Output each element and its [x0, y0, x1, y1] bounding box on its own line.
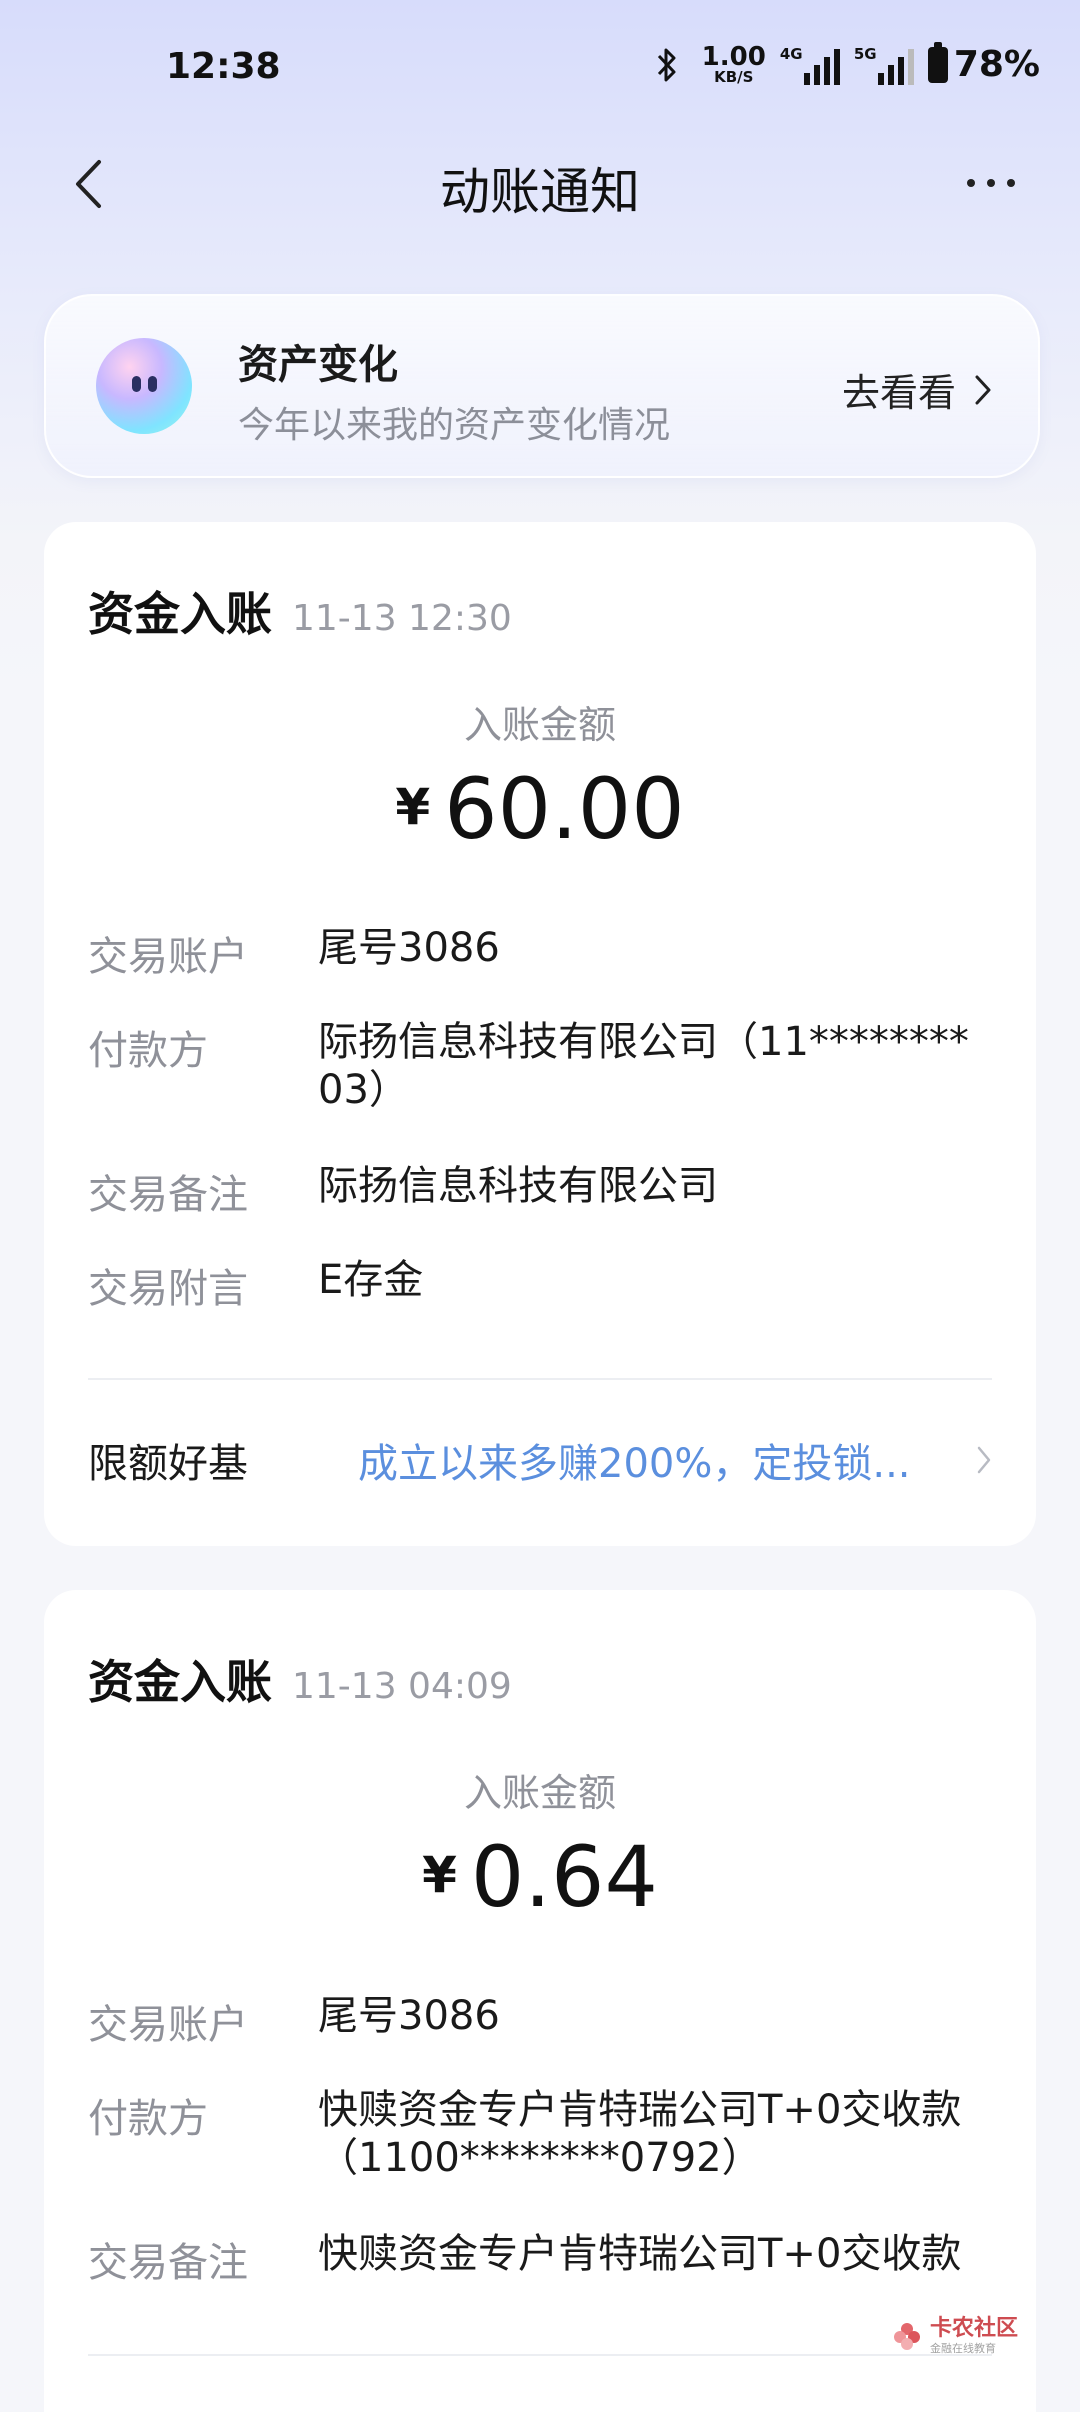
account-value: 尾号3086 — [318, 925, 500, 971]
card-header: 资金入账 11-13 12:30 — [88, 578, 512, 644]
payer-value: 快赎资金专户肯特瑞公司T+0交收款 （1100********0792） — [318, 2087, 962, 2181]
flower-logo-icon — [893, 2323, 920, 2350]
mascot-avatar — [96, 338, 192, 434]
amount-value: 60.00 — [444, 760, 685, 858]
chevron-right-icon — [977, 1446, 991, 1474]
transaction-datetime: 11-13 04:09 — [292, 1666, 512, 1707]
amount-label: 入账金额 — [463, 703, 616, 747]
asset-change-banner[interactable]: 资产变化 今年以来我的资产变化情况 去看看 — [44, 294, 1040, 478]
card-header: 资金入账 11-13 04:09 — [88, 1646, 512, 1712]
chevron-right-icon — [975, 375, 991, 404]
amount: ¥0.64 — [44, 1828, 1036, 1926]
divider — [88, 2354, 992, 2356]
network-speed: 1.00 KB/S — [701, 42, 766, 86]
currency-symbol: ¥ — [422, 1846, 457, 1904]
battery-icon — [927, 41, 948, 83]
status-icons: 1.00 KB/S 4G 5G 78% — [652, 41, 1040, 86]
detail-row-payer: 付款方 快赎资金专户肯特瑞公司T+0交收款 （1100********0792） — [88, 2087, 962, 2181]
transaction-type: 资金入账 — [88, 587, 272, 641]
detail-row-account: 交易账户 尾号3086 — [88, 1993, 500, 2048]
transaction-card[interactable]: 资金入账 11-13 04:09 入账金额 ¥0.64 交易账户 尾号3086 … — [44, 1590, 1036, 2412]
detail-row-remark: 交易备注 快赎资金专户肯特瑞公司T+0交收款 — [88, 2231, 962, 2286]
detail-row-account: 交易账户 尾号3086 — [88, 925, 500, 980]
amount-value: 0.64 — [470, 1828, 658, 1926]
currency-symbol: ¥ — [395, 778, 431, 836]
page: 12:38 1.00 KB/S 4G 5G 78% 动账通知 资产变化 今年以来… — [0, 0, 1080, 2412]
divider — [88, 1378, 992, 1380]
postscript-value: E存金 — [318, 1257, 424, 1303]
transaction-type: 资金入账 — [88, 1655, 272, 1709]
asset-banner-subtitle: 今年以来我的资产变化情况 — [238, 405, 671, 446]
more-dots-icon — [967, 179, 975, 187]
community-watermark: 卡农社区 金融在线教育 — [892, 2318, 1018, 2354]
fund-promo-row[interactable]: 限额好基 成立以来多赚200%，定投锁... — [88, 1430, 992, 1490]
status-time: 12:38 — [166, 46, 281, 87]
amount-label: 入账金额 — [463, 1771, 616, 1815]
promo-text: 成立以来多赚200%，定投锁... — [358, 1441, 911, 1487]
promo-label: 限额好基 — [88, 1441, 248, 1487]
signal-4g-icon: 4G — [780, 45, 840, 85]
remark-value: 快赎资金专户肯特瑞公司T+0交收款 — [318, 2231, 962, 2277]
detail-row-payer: 付款方 际扬信息科技有限公司（11******** 03） — [88, 1019, 969, 1113]
account-value: 尾号3086 — [318, 1993, 500, 2039]
nav-bar: 动账通知 — [0, 130, 1080, 240]
watermark-name: 卡农社区 — [929, 2316, 1018, 2341]
detail-row-postscript: 交易附言 E存金 — [88, 1257, 424, 1312]
bluetooth-icon — [657, 48, 676, 81]
battery-indicator: 78% — [927, 41, 1040, 85]
watermark-tagline: 金融在线教育 — [929, 2342, 996, 2355]
more-button[interactable] — [956, 148, 1026, 218]
go-see-link[interactable]: 去看看 — [842, 362, 992, 417]
transaction-datetime: 11-13 12:30 — [292, 598, 512, 639]
amount: ¥60.00 — [44, 760, 1036, 858]
detail-row-remark: 交易备注 际扬信息科技有限公司 — [88, 1163, 718, 1218]
status-bar: 12:38 1.00 KB/S 4G 5G 78% — [0, 0, 1080, 130]
payer-value: 际扬信息科技有限公司（11******** 03） — [318, 1019, 969, 1113]
signal-5g-icon: 5G — [854, 45, 914, 85]
transaction-card[interactable]: 资金入账 11-13 12:30 入账金额 ¥60.00 交易账户 尾号3086… — [44, 522, 1036, 1546]
page-title: 动账通知 — [440, 163, 640, 221]
asset-banner-title: 资产变化 — [238, 342, 398, 388]
remark-value: 际扬信息科技有限公司 — [318, 1163, 718, 1209]
